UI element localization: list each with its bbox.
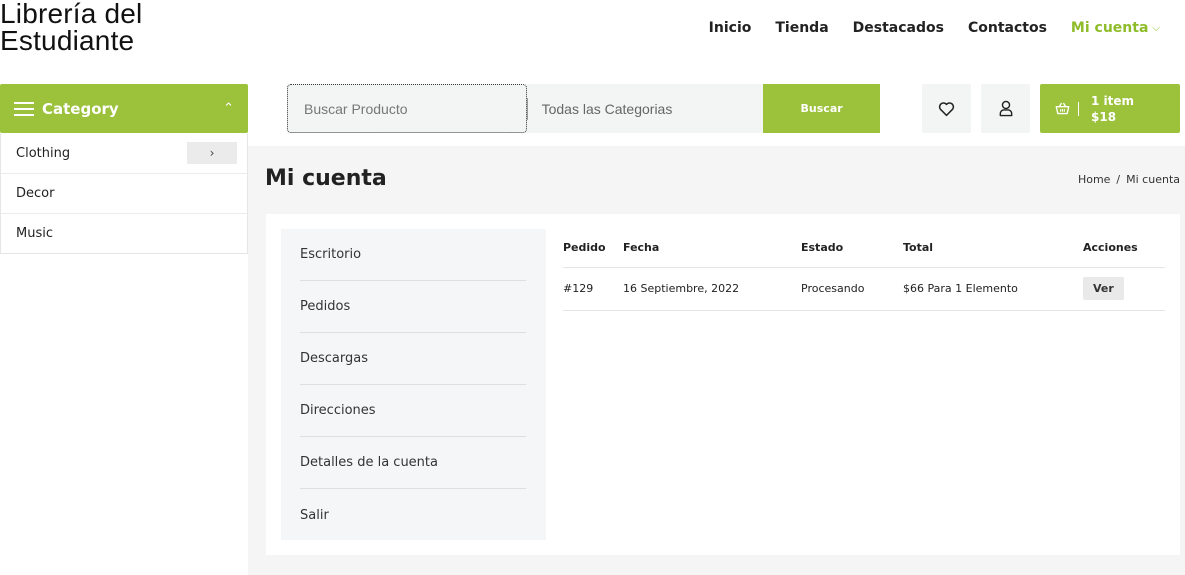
search-bar: Todas las Categorias Buscar bbox=[287, 84, 881, 133]
category-item-music[interactable]: Music bbox=[1, 213, 247, 253]
account-nav-direcciones[interactable]: Direcciones bbox=[300, 385, 526, 437]
nav-destacados[interactable]: Destacados bbox=[853, 20, 944, 36]
account-nav-descargas[interactable]: Descargas bbox=[300, 333, 526, 385]
basket-icon bbox=[1055, 102, 1070, 115]
page-title: Mi cuenta bbox=[265, 166, 387, 191]
search-button[interactable]: Buscar bbox=[763, 84, 881, 133]
cart-item-count: 1 item bbox=[1091, 93, 1135, 108]
category-toggle[interactable]: Category ⌃ bbox=[0, 84, 248, 133]
heart-icon bbox=[938, 101, 955, 116]
nav-mi-cuenta[interactable]: Mi cuenta ⌵ bbox=[1071, 20, 1160, 36]
cart-divider bbox=[1078, 101, 1079, 116]
cart-summary: 1 item $18 bbox=[1091, 93, 1134, 125]
breadcrumb-home[interactable]: Home bbox=[1078, 173, 1110, 186]
order-actions: Ver bbox=[1083, 267, 1165, 311]
site-logo[interactable]: Librería del Estudiante bbox=[0, 0, 240, 55]
category-item-clothing[interactable]: Clothing › bbox=[1, 133, 247, 173]
chevron-up-icon: ⌃ bbox=[223, 101, 234, 116]
table-row: #129 16 Septiembre, 2022 Procesando $66 … bbox=[563, 267, 1165, 311]
cart-total: $18 bbox=[1091, 109, 1117, 124]
user-icon bbox=[999, 100, 1012, 117]
category-item-label: Music bbox=[16, 226, 53, 241]
account-nav-detalles[interactable]: Detalles de la cuenta bbox=[300, 437, 526, 489]
nav-inicio[interactable]: Inicio bbox=[709, 20, 752, 36]
account-nav-escritorio[interactable]: Escritorio bbox=[300, 229, 526, 281]
column-header-estado: Estado bbox=[801, 229, 903, 268]
column-header-fecha: Fecha bbox=[623, 229, 801, 268]
category-item-decor[interactable]: Decor bbox=[1, 173, 247, 213]
orders-table: Pedido Fecha Estado Total Acciones #129 … bbox=[563, 229, 1165, 311]
category-item-label: Decor bbox=[16, 186, 55, 201]
search-input[interactable] bbox=[287, 84, 527, 133]
column-header-pedido: Pedido bbox=[563, 229, 623, 268]
nav-mi-cuenta-label: Mi cuenta bbox=[1070, 20, 1149, 36]
order-status: Procesando bbox=[801, 267, 903, 311]
category-list: Clothing › Decor Music bbox=[0, 133, 248, 254]
account-button[interactable] bbox=[981, 84, 1030, 133]
category-title: Category bbox=[42, 99, 119, 118]
wishlist-button[interactable] bbox=[922, 84, 971, 133]
search-category-select[interactable]: Todas las Categorias bbox=[528, 84, 764, 133]
column-header-acciones: Acciones bbox=[1083, 229, 1165, 268]
nav-tienda[interactable]: Tienda bbox=[775, 20, 828, 36]
account-nav: Escritorio Pedidos Descargas Direcciones… bbox=[281, 229, 546, 540]
order-total: $66 Para 1 Elemento bbox=[903, 267, 1083, 311]
cart-button[interactable]: 1 item $18 bbox=[1040, 84, 1180, 133]
account-card: Escritorio Pedidos Descargas Direcciones… bbox=[266, 214, 1180, 555]
column-header-total: Total bbox=[903, 229, 1083, 268]
breadcrumb-separator: / bbox=[1116, 173, 1121, 186]
table-header-row: Pedido Fecha Estado Total Acciones bbox=[563, 229, 1165, 268]
view-order-button[interactable]: Ver bbox=[1083, 277, 1124, 300]
account-nav-salir[interactable]: Salir bbox=[300, 489, 526, 541]
main-content: Mi cuenta Home / Mi cuenta Escritorio Pe… bbox=[248, 146, 1185, 575]
account-nav-pedidos[interactable]: Pedidos bbox=[300, 281, 526, 333]
main-nav: Inicio Tienda Destacados Contactos Mi cu… bbox=[709, 20, 1160, 36]
chevron-right-icon[interactable]: › bbox=[187, 142, 237, 164]
order-number[interactable]: #129 bbox=[563, 267, 623, 311]
order-date: 16 Septiembre, 2022 bbox=[623, 267, 801, 311]
breadcrumb: Home / Mi cuenta bbox=[1078, 173, 1180, 186]
nav-contactos[interactable]: Contactos bbox=[968, 20, 1047, 36]
category-item-label: Clothing bbox=[16, 145, 71, 161]
breadcrumb-current: Mi cuenta bbox=[1126, 173, 1180, 186]
chevron-down-icon: ⌵ bbox=[1152, 22, 1160, 34]
hamburger-icon bbox=[14, 101, 34, 116]
